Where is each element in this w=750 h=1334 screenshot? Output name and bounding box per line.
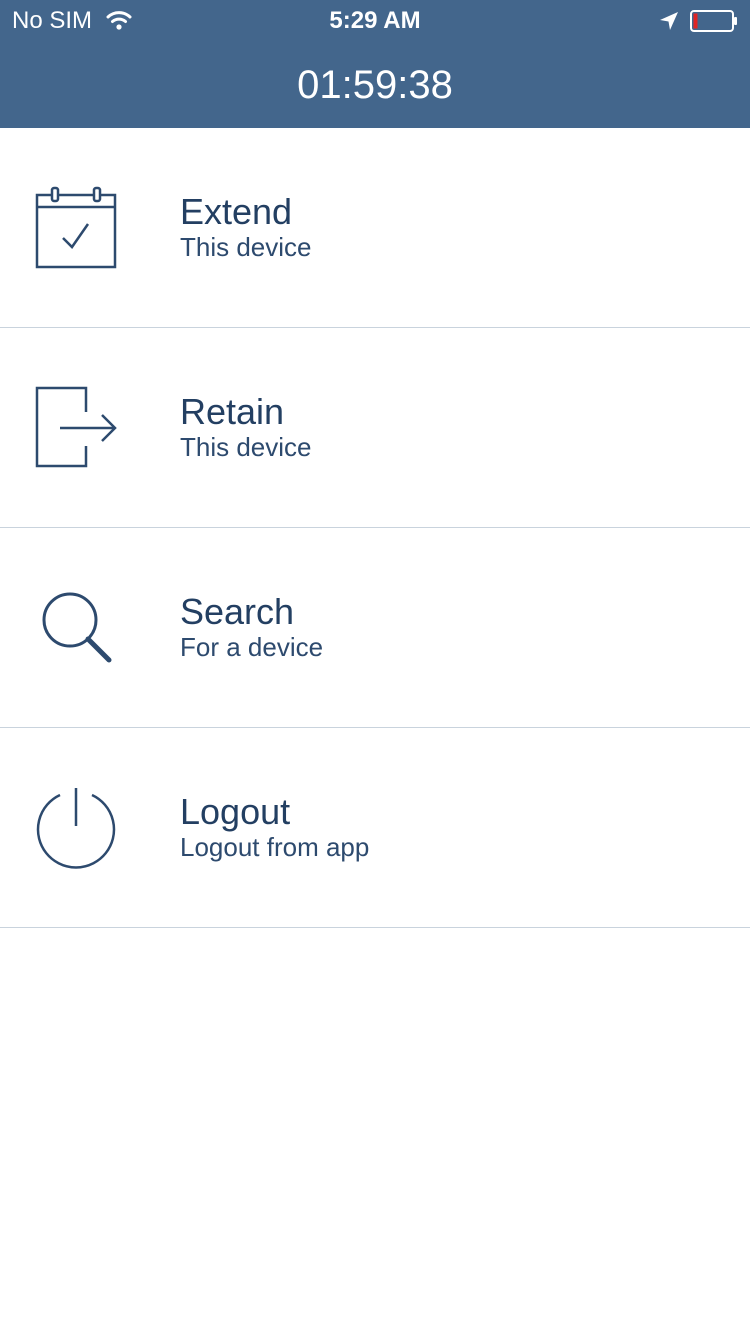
menu-item-subtitle: For a device xyxy=(180,632,324,662)
battery-level xyxy=(693,13,698,29)
status-bar: No SIM 5:29 AM xyxy=(0,0,750,40)
location-arrow-icon xyxy=(660,12,678,30)
menu-item-title: Retain xyxy=(180,391,285,432)
battery-icon xyxy=(690,10,737,32)
search-icon xyxy=(42,592,112,663)
menu-item-title: Logout xyxy=(180,791,291,832)
menu-item-extend[interactable]: Extend This device xyxy=(0,128,750,328)
session-timer: 01:59:38 xyxy=(297,63,453,107)
status-time: 5:29 AM xyxy=(329,7,421,34)
calendar-check-icon xyxy=(35,186,117,269)
menu-item-subtitle: This device xyxy=(180,432,312,462)
menu-item-title: Extend xyxy=(180,191,293,232)
power-icon xyxy=(36,788,116,869)
main-menu: Extend This device Retain This device Se… xyxy=(0,128,750,928)
menu-item-search[interactable]: Search For a device xyxy=(0,528,750,728)
menu-item-subtitle: Logout from app xyxy=(180,832,370,862)
menu-item-title: Search xyxy=(180,591,295,632)
app-header: No SIM 5:29 AM 01:59:38 xyxy=(0,0,750,128)
menu-item-subtitle: This device xyxy=(180,232,312,262)
menu-item-logout[interactable]: Logout Logout from app xyxy=(0,728,750,928)
menu-item-retain[interactable]: Retain This device xyxy=(0,328,750,528)
exit-arrow-icon xyxy=(35,386,117,468)
